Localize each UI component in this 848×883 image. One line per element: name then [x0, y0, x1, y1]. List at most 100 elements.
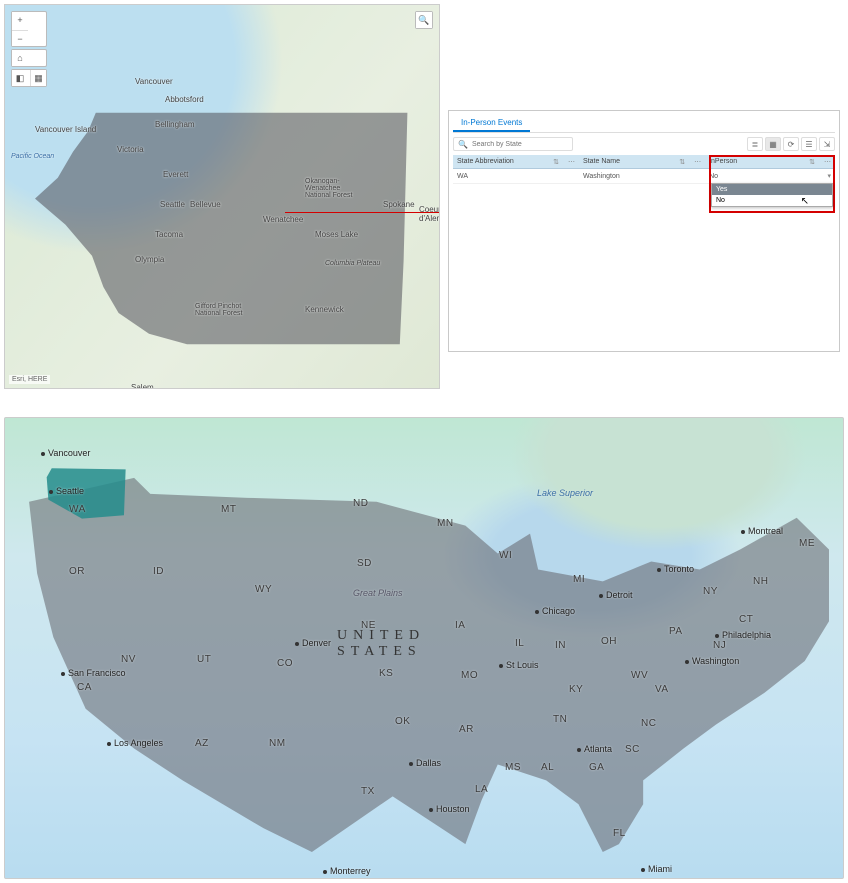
- city-label: Dallas: [409, 758, 441, 768]
- state-label: KS: [379, 668, 393, 679]
- state-label: AL: [541, 762, 554, 773]
- state-label: ND: [353, 498, 368, 509]
- export-button[interactable]: ⇲: [819, 137, 835, 151]
- state-label: GA: [589, 762, 604, 773]
- city-label: Wenatchee: [263, 215, 303, 224]
- state-label: FL: [613, 828, 626, 839]
- state-label: NH: [753, 576, 768, 587]
- city-label: Moses Lake: [315, 230, 358, 239]
- state-label: ID: [153, 566, 164, 577]
- city-label: St Louis: [499, 660, 539, 670]
- state-label: OK: [395, 716, 410, 727]
- state-label: WY: [255, 584, 272, 595]
- state-label: IA: [455, 620, 465, 631]
- sort-icon[interactable]: ⇅: [679, 158, 685, 166]
- table-row[interactable]: WA Washington No ▾: [453, 169, 835, 184]
- city-label: Salem: [131, 383, 154, 389]
- country-label: UNITED STATES: [337, 628, 425, 660]
- city-label: Denver: [295, 638, 331, 648]
- tab-in-person-events[interactable]: In-Person Events: [453, 115, 530, 132]
- ocean-label: Pacific Ocean: [11, 153, 54, 160]
- city-label: Los Angeles: [107, 738, 163, 748]
- state-label: ME: [799, 538, 815, 549]
- state-label: NY: [703, 586, 718, 597]
- city-label: Coeur d'Alene: [419, 205, 440, 223]
- state-label: NV: [121, 654, 136, 665]
- col-header-inperson[interactable]: InPerson ⇅ ⋯: [705, 155, 835, 169]
- map-attribution: Esri, HERE: [9, 375, 50, 384]
- home-icon[interactable]: ⌂: [12, 50, 28, 66]
- cell-abbr: WA: [453, 169, 579, 184]
- more-icon[interactable]: ⋯: [824, 158, 831, 166]
- state-label: SD: [357, 558, 372, 569]
- island-label: Vancouver Island: [35, 125, 96, 134]
- columns-button[interactable]: ☰: [801, 137, 817, 151]
- city-label: San Francisco: [61, 668, 126, 678]
- city-label: Everett: [163, 170, 188, 179]
- city-label: Miami: [641, 864, 672, 874]
- city-label: Toronto: [657, 564, 694, 574]
- refresh-button[interactable]: ⟳: [783, 137, 799, 151]
- state-label: MS: [505, 762, 521, 773]
- city-label: Tacoma: [155, 230, 183, 239]
- state-label: NJ: [713, 640, 726, 651]
- state-label: NM: [269, 738, 286, 749]
- col-header-abbr[interactable]: State Abbreviation ⇅ ⋯: [453, 155, 579, 169]
- search-input-wrap[interactable]: 🔍: [453, 137, 573, 151]
- city-label: Montreal: [741, 526, 783, 536]
- feature-label: Great Plains: [353, 588, 403, 598]
- dropdown-option-no[interactable]: No: [712, 195, 832, 206]
- sort-icon[interactable]: ⇅: [809, 158, 815, 166]
- city-label: Philadelphia: [715, 630, 771, 640]
- state-label: MO: [461, 670, 478, 681]
- state-label: CO: [277, 658, 293, 669]
- forest-label: Gifford Pinchot National Forest: [195, 303, 245, 317]
- view-list-button[interactable]: ≣: [747, 137, 763, 151]
- state-label: OH: [601, 636, 617, 647]
- zoom-in-button[interactable]: +: [12, 12, 28, 28]
- view-card-button[interactable]: ▦: [765, 137, 781, 151]
- zoom-out-button[interactable]: −: [12, 30, 28, 46]
- more-icon[interactable]: ⋯: [694, 158, 701, 166]
- state-label: AZ: [195, 738, 209, 749]
- search-icon[interactable]: 🔍: [416, 12, 432, 28]
- state-label: KY: [569, 684, 583, 695]
- dropdown-option-yes[interactable]: Yes: [712, 184, 832, 195]
- sort-icon[interactable]: ⇅: [553, 158, 559, 166]
- map-pane-washington[interactable]: + − ⌂ ◧ ▦ 🔍 Vancouver Vancouver Island V…: [4, 4, 440, 389]
- more-icon[interactable]: ⋯: [568, 158, 575, 166]
- state-label: UT: [197, 654, 211, 665]
- city-label: Washington: [685, 656, 739, 666]
- search-input[interactable]: [472, 141, 568, 148]
- state-label: IL: [515, 638, 524, 649]
- city-label: Chicago: [535, 606, 575, 616]
- state-label: TX: [361, 786, 375, 797]
- state-label: MI: [573, 574, 585, 585]
- forest-label: Okanogan-Wenatchee National Forest: [305, 178, 365, 199]
- search-icon: 🔍: [458, 140, 468, 149]
- map-pane-us[interactable]: UNITED STATES Great Plains Lake Superior…: [4, 417, 844, 879]
- city-label: Bellevue: [190, 200, 221, 209]
- inperson-dropdown[interactable]: Yes No: [711, 183, 833, 207]
- annotation-arrow: [285, 212, 440, 213]
- city-label: Seattle: [160, 200, 185, 209]
- cell-name: Washington: [579, 169, 705, 184]
- city-label: Bellingham: [155, 120, 195, 129]
- state-label: IN: [555, 640, 566, 651]
- chevron-down-icon[interactable]: ▾: [827, 172, 831, 180]
- cell-inperson[interactable]: No ▾: [705, 169, 835, 184]
- basemap-icon[interactable]: ▦: [30, 70, 46, 86]
- city-label: Olympia: [135, 255, 164, 264]
- col-header-name[interactable]: State Name ⇅ ⋯: [579, 155, 705, 169]
- state-label: MN: [437, 518, 454, 529]
- city-label: Detroit: [599, 590, 633, 600]
- state-label: WV: [631, 670, 648, 681]
- state-label: CA: [77, 682, 92, 693]
- city-label: Seattle: [49, 486, 84, 496]
- bookmark-icon[interactable]: ◧: [12, 70, 28, 86]
- city-label: Houston: [429, 804, 470, 814]
- state-label: SC: [625, 744, 640, 755]
- table-pane: In-Person Events 🔍 ≣ ▦ ⟳ ☰ ⇲ State Abbre…: [448, 110, 840, 352]
- city-label: Vancouver: [135, 77, 173, 86]
- state-label: NC: [641, 718, 656, 729]
